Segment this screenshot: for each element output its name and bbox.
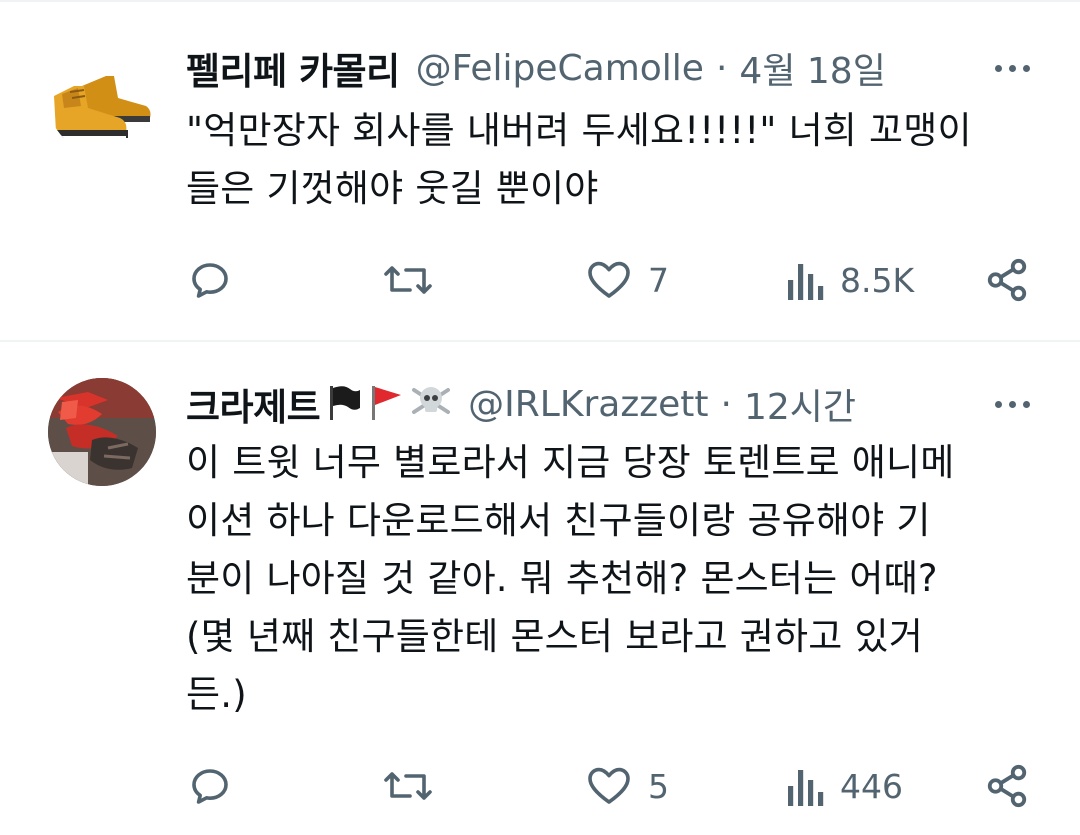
more-dot-icon (994, 400, 1002, 408)
display-name[interactable]: 크라제트 (186, 377, 321, 431)
yellow-boots-avatar (48, 46, 156, 154)
tweet-text: "억만장자 회사를 내버려 두세요!!!!!" 너희 꼬맹이 들은 기껏해야 웃… (186, 109, 972, 210)
more-dot-icon (1008, 64, 1016, 72)
views-button[interactable]: 8.5K (786, 250, 914, 310)
timestamp[interactable]: 12시간 (744, 378, 856, 430)
retweet-icon (384, 772, 432, 800)
display-name[interactable]: 펠리페 카몰리 (186, 41, 400, 95)
views-count: 446 (840, 766, 903, 806)
more-dot-icon (1022, 400, 1030, 408)
views-count: 8.5K (840, 260, 915, 300)
retweet-icon (384, 266, 432, 294)
avatar[interactable] (48, 378, 156, 486)
tweet-actions: 5 446 (186, 756, 1046, 816)
reply-button[interactable] (186, 756, 248, 816)
share-button[interactable] (984, 756, 1030, 816)
skull-crossbones-icon (410, 382, 452, 426)
retweet-button[interactable] (382, 250, 448, 310)
more-options-button[interactable] (984, 46, 1040, 90)
retweet-button[interactable] (382, 756, 448, 816)
separator-dot: · (715, 47, 728, 89)
tweet[interactable]: 크라제트 @IRLKrazzett · 12시간 이 트윗 너무 별로라서 지금… (0, 342, 1080, 835)
heart-icon (588, 767, 630, 804)
avatar[interactable] (48, 46, 156, 154)
share-icon (987, 764, 1027, 808)
black-flag-icon (326, 382, 362, 426)
handle[interactable]: @FelipeCamolle (416, 48, 704, 89)
red-flag-icon (368, 382, 404, 426)
views-chart-icon (788, 770, 824, 806)
like-button[interactable]: 5 (584, 756, 669, 816)
share-icon (987, 258, 1027, 302)
timestamp[interactable]: 4월 18일 (739, 42, 885, 94)
handle[interactable]: @IRLKrazzett (468, 384, 708, 425)
views-button[interactable]: 446 (786, 756, 903, 816)
tweet-header: 크라제트 @IRLKrazzett · 12시간 (186, 374, 1040, 434)
share-button[interactable] (984, 250, 1030, 310)
separator-dot: · (720, 383, 732, 425)
like-button[interactable]: 7 (584, 250, 669, 310)
red-crab-avatar (48, 378, 156, 486)
tweet[interactable]: 펠리페 카몰리 @FelipeCamolle · 4월 18일 "억만장자 회사… (0, 0, 1080, 340)
reply-icon (192, 769, 228, 804)
tweet-text: 이 트윗 너무 별로라서 지금 당장 토렌트로 애니메 이션 하나 다운로드해서… (186, 441, 955, 716)
more-dot-icon (1022, 64, 1030, 72)
more-dot-icon (994, 64, 1002, 72)
views-chart-icon (788, 264, 824, 300)
more-options-button[interactable] (984, 382, 1040, 426)
tweet-actions: 7 8.5K (186, 250, 1046, 310)
more-dot-icon (1008, 400, 1016, 408)
reply-icon (192, 263, 228, 298)
heart-icon (588, 261, 630, 298)
like-count: 7 (648, 260, 669, 300)
reply-button[interactable] (186, 250, 248, 310)
like-count: 5 (648, 766, 669, 806)
tweet-header: 펠리페 카몰리 @FelipeCamolle · 4월 18일 (186, 38, 1040, 98)
